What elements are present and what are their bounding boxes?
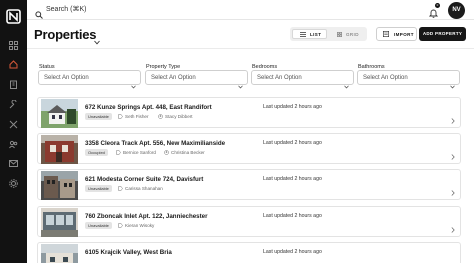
property-address[interactable]: 6105 Krajcik Valley, West Bria <box>85 249 172 256</box>
property-agent: Seth Fisher <box>118 114 149 119</box>
property-row[interactable]: 760 Zboncak Inlet Apt. 122, Janniecheste… <box>37 206 461 237</box>
status-select[interactable]: Select An Option <box>38 70 141 89</box>
person-icon <box>164 150 169 155</box>
chevron-right-icon[interactable] <box>451 220 455 233</box>
mail-icon[interactable] <box>9 159 18 168</box>
last-updated: Last updated 2 hours ago <box>263 213 322 219</box>
tag-icon <box>118 114 123 119</box>
search-input[interactable]: Search (⌘K) <box>46 5 86 13</box>
last-updated: Last updated 2 hours ago <box>263 140 322 146</box>
building-icon[interactable] <box>9 80 18 89</box>
chevron-down-icon[interactable] <box>94 32 100 45</box>
chevron-right-icon[interactable] <box>451 111 455 124</box>
sidebar <box>0 0 27 263</box>
bedrooms-select[interactable]: Select An Option <box>251 70 354 89</box>
property-photo <box>41 244 78 263</box>
settings-icon[interactable] <box>9 179 18 188</box>
import-button[interactable]: IMPORT <box>376 27 417 41</box>
chevron-down-icon <box>450 76 455 89</box>
wrench-icon[interactable] <box>9 100 18 109</box>
property-row[interactable]: 672 Kunze Springs Apt. 448, East Randifo… <box>37 97 461 128</box>
view-toggle: LIST GRID <box>290 27 367 41</box>
property-owner: Christina Becker <box>164 150 205 155</box>
chevron-down-icon <box>344 76 349 89</box>
property-agent: Kieran Wisoky <box>118 223 154 228</box>
property-agent: Bernice Sanford <box>116 150 156 155</box>
tag-icon <box>116 150 121 155</box>
property-row[interactable]: 3358 Cleora Track Apt. 556, New Maximili… <box>37 133 461 164</box>
people-icon[interactable] <box>9 140 18 149</box>
bathrooms-select[interactable]: Select An Option <box>357 70 460 89</box>
agent-name: Bernice Sanford <box>123 150 156 155</box>
chevron-down-icon <box>131 76 136 89</box>
page-title: Properties <box>34 27 97 42</box>
agent-name: Seth Fisher <box>125 114 149 119</box>
home-icon[interactable] <box>9 60 18 69</box>
status-badge: Unavailable <box>85 185 112 192</box>
person-icon <box>158 114 163 119</box>
property-owner: Stacy Dibbert <box>158 114 193 119</box>
list-view-button[interactable]: LIST <box>292 29 327 39</box>
select-placeholder: Select An Option <box>44 75 89 81</box>
avatar[interactable]: NV <box>448 2 465 19</box>
grid-view-label: GRID <box>346 32 359 37</box>
last-updated: Last updated 2 hours ago <box>263 249 322 255</box>
logo-icon[interactable] <box>6 9 21 24</box>
header-divider <box>27 48 474 49</box>
chevron-down-icon <box>238 76 243 89</box>
owner-name: Stacy Dibbert <box>165 114 193 119</box>
owner-name: Christina Becker <box>171 150 205 155</box>
grid-icon <box>337 32 342 37</box>
tag-icon <box>118 186 123 191</box>
grid-view-button[interactable]: GRID <box>331 29 365 39</box>
tag-icon <box>118 223 123 228</box>
property-row[interactable]: 6105 Krajcik Valley, West Bria Last upda… <box>37 242 461 263</box>
grid-icon[interactable] <box>9 41 18 50</box>
property-type-select[interactable]: Select An Option <box>145 70 248 89</box>
add-property-button[interactable]: ADD PROPERTY <box>419 27 466 41</box>
chevron-right-icon[interactable] <box>451 256 455 262</box>
agent-name: Carissa Shanahan <box>125 186 163 191</box>
import-label: IMPORT <box>394 32 414 37</box>
property-row[interactable]: 621 Modesta Corner Suite 724, Davisfurt … <box>37 169 461 200</box>
property-photo <box>41 171 78 200</box>
property-address[interactable]: 621 Modesta Corner Suite 724, Davisfurt <box>85 176 203 183</box>
property-photo <box>41 99 78 128</box>
chevron-right-icon[interactable] <box>451 183 455 196</box>
property-photo <box>41 135 78 164</box>
status-badge: Occupied <box>85 149 108 156</box>
last-updated: Last updated 2 hours ago <box>263 104 322 110</box>
notification-badge: 0 <box>435 3 440 8</box>
select-placeholder: Select An Option <box>257 75 302 81</box>
tools-icon[interactable] <box>9 120 18 129</box>
property-address[interactable]: 672 Kunze Springs Apt. 448, East Randifo… <box>85 104 212 111</box>
list-icon <box>300 32 306 37</box>
last-updated: Last updated 2 hours ago <box>263 176 322 182</box>
select-placeholder: Select An Option <box>151 75 196 81</box>
agent-name: Kieran Wisoky <box>125 223 155 228</box>
property-address[interactable]: 3358 Cleora Track Apt. 556, New Maximili… <box>85 140 225 147</box>
top-bar: Search (⌘K) 0 NV <box>27 0 474 20</box>
chevron-right-icon[interactable] <box>451 147 455 160</box>
app: Search (⌘K) 0 NV Properties LIST GRID IM… <box>0 0 474 263</box>
search-icon[interactable] <box>35 6 43 19</box>
list-view-label: LIST <box>310 32 322 37</box>
property-address[interactable]: 760 Zboncak Inlet Apt. 122, Janniecheste… <box>85 213 208 220</box>
status-badge: Unavailable <box>85 222 112 229</box>
property-agent: Carissa Shanahan <box>118 186 163 191</box>
select-placeholder: Select An Option <box>363 75 408 81</box>
property-photo <box>41 208 78 237</box>
import-icon <box>383 31 390 38</box>
status-badge: Unavailable <box>85 113 112 120</box>
